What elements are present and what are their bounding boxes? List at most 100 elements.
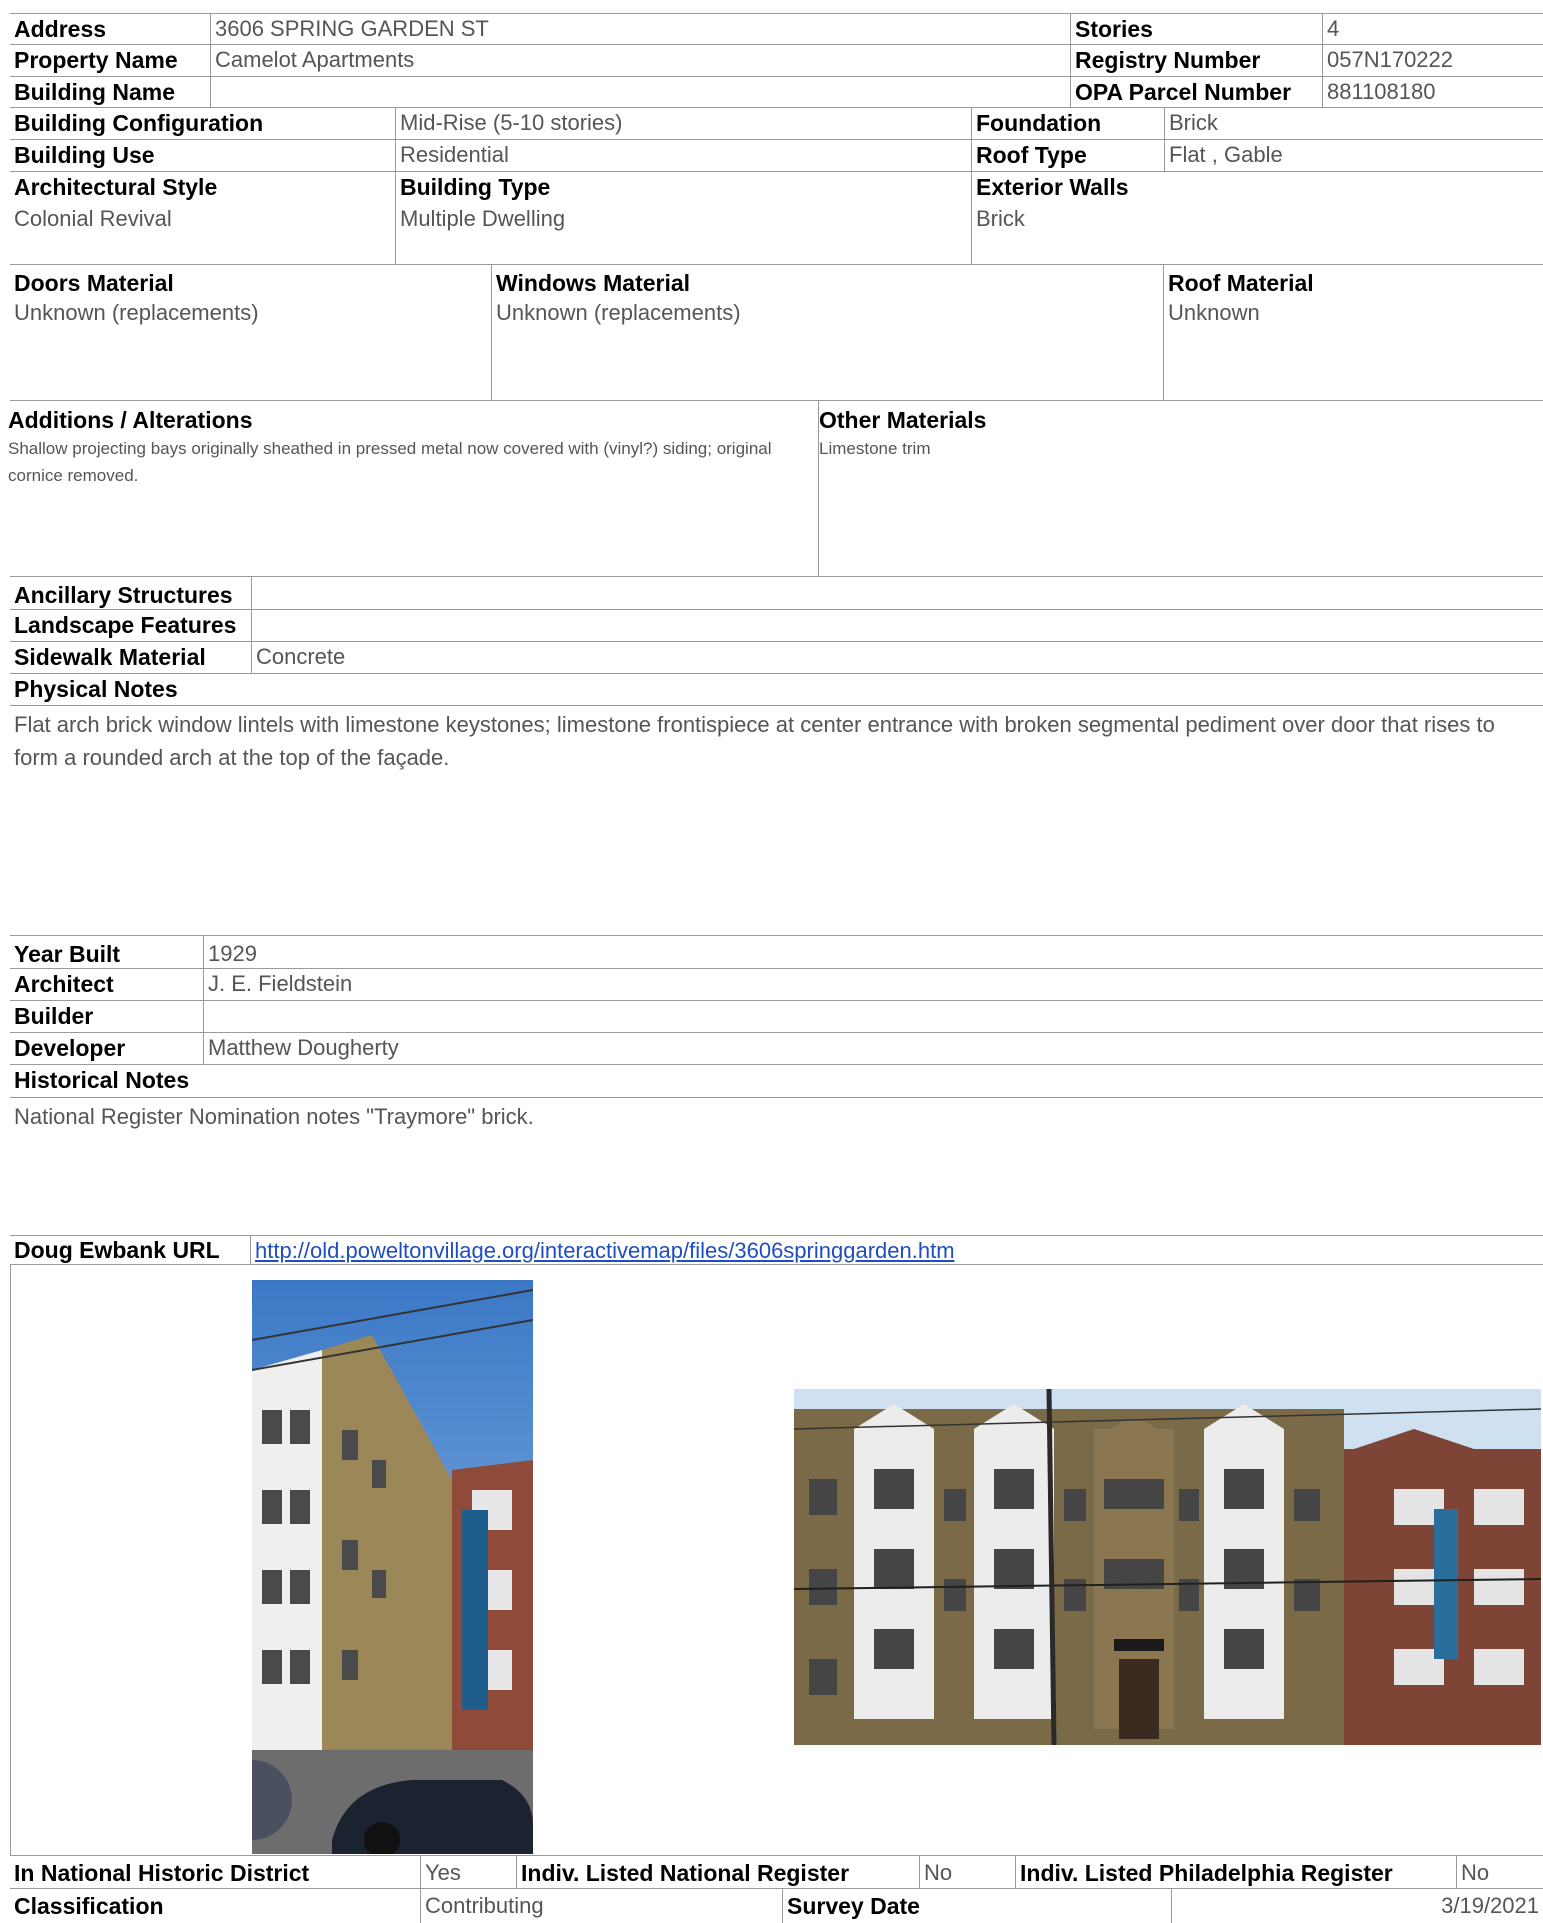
windows-cell: Windows Material Unknown (replacements) (491, 265, 1163, 400)
front-building-image (794, 1389, 1541, 1745)
foundation-value: Brick (1164, 108, 1543, 139)
landscape-row: Landscape Features (10, 610, 1543, 642)
survey-form: Address 3606 SPRING GARDEN ST Stories 4 … (8, 0, 1543, 1923)
building-type-value: Multiple Dwelling (400, 206, 566, 231)
district-row: In National Historic District Yes Indiv.… (10, 1855, 1543, 1889)
additions-label: Additions / Alterations (8, 407, 253, 433)
ewbank-url-link[interactable]: http://old.poweltonvillage.org/interacti… (255, 1238, 955, 1263)
builder-label: Builder (14, 1003, 94, 1029)
nat-reg-label: Indiv. Listed National Register (516, 1856, 919, 1888)
registry-label: Registry Number (1070, 45, 1322, 76)
builder-row: Builder (10, 1001, 1543, 1033)
exterior-walls-cell: Exterior Walls Brick (971, 172, 1543, 264)
architect-row: Architect J. E. Fieldstein (10, 969, 1543, 1001)
additions-cell: Additions / Alterations Shallow projecti… (8, 401, 818, 576)
side-photo (252, 1280, 533, 1854)
use-row: Building Use Residential Roof Type Flat … (10, 140, 1543, 172)
physical-notes-label: Physical Notes (14, 676, 178, 702)
doors-value: Unknown (replacements) (14, 300, 259, 325)
developer-value: Matthew Dougherty (203, 1033, 1543, 1064)
district-value: Yes (420, 1856, 516, 1888)
historical-notes-value: National Register Nomination notes "Tray… (10, 1097, 1543, 1133)
other-materials-cell: Other Materials Limestone trim (818, 401, 1543, 576)
style-row: Architectural Style Colonial Revival Bui… (10, 172, 1543, 265)
survey-date-label: Survey Date (782, 1889, 1171, 1923)
windows-label: Windows Material (496, 270, 691, 296)
exterior-walls-label: Exterior Walls (976, 174, 1129, 200)
registry-value: 057N170222 (1322, 45, 1543, 76)
url-cell: http://old.poweltonvillage.org/interacti… (250, 1236, 1543, 1264)
opa-label: OPA Parcel Number (1070, 77, 1322, 107)
arch-style-label: Architectural Style (14, 174, 218, 200)
roof-material-cell: Roof Material Unknown (1163, 265, 1543, 400)
building-name-row: Building Name OPA Parcel Number 88110818… (10, 77, 1543, 108)
district-label: In National Historic District (14, 1860, 310, 1886)
developer-row: Developer Matthew Dougherty (10, 1033, 1543, 1065)
year-label: Year Built (14, 941, 121, 967)
architect-label: Architect (14, 971, 114, 997)
classification-value: Contributing (420, 1889, 782, 1923)
year-row: Year Built 1929 (10, 936, 1543, 969)
foundation-label: Foundation (971, 108, 1164, 139)
landscape-label: Landscape Features (14, 612, 237, 638)
side-building-image (252, 1280, 533, 1854)
use-label: Building Use (14, 142, 155, 168)
url-label: Doug Ewbank URL (14, 1237, 220, 1263)
sidewalk-label: Sidewalk Material (14, 644, 206, 670)
photo-area-left-border (10, 1265, 11, 1855)
physical-notes-row: Physical Notes Flat arch brick window li… (10, 674, 1543, 936)
ancillary-label: Ancillary Structures (14, 582, 233, 608)
survey-date-value: 3/19/2021 (1171, 1889, 1543, 1923)
building-type-cell: Building Type Multiple Dwelling (395, 172, 971, 264)
phila-reg-label: Indiv. Listed Philadelphia Register (1015, 1856, 1456, 1888)
opa-value: 881108180 (1322, 77, 1543, 107)
architect-value: J. E. Fieldstein (203, 969, 1543, 1000)
roof-type-value: Flat , Gable (1164, 140, 1543, 171)
config-value: Mid-Rise (5-10 stories) (395, 108, 971, 139)
additions-value: Shallow projecting bays originally sheat… (8, 439, 772, 485)
windows-value: Unknown (replacements) (496, 300, 741, 325)
year-value: 1929 (203, 936, 1543, 968)
alterations-row: Additions / Alterations Shallow projecti… (8, 401, 1543, 577)
sidewalk-row: Sidewalk Material Concrete (10, 642, 1543, 674)
arch-style-value: Colonial Revival (14, 206, 172, 231)
landscape-value (251, 610, 1543, 641)
use-value: Residential (395, 140, 971, 171)
historical-notes-label: Historical Notes (14, 1067, 190, 1093)
address-value: 3606 SPRING GARDEN ST (210, 14, 1079, 44)
materials-row: Doors Material Unknown (replacements) Wi… (10, 265, 1543, 401)
property-name-label: Property Name (14, 47, 178, 73)
doors-label: Doors Material (14, 270, 174, 296)
historical-notes-row: Historical Notes National Register Nomin… (10, 1065, 1543, 1236)
building-type-label: Building Type (400, 174, 551, 200)
developer-label: Developer (14, 1035, 126, 1061)
roof-type-label: Roof Type (971, 140, 1164, 171)
doors-cell: Doors Material Unknown (replacements) (10, 265, 491, 400)
sidewalk-value: Concrete (251, 642, 1543, 673)
nat-reg-value: No (919, 1856, 1015, 1888)
builder-value (203, 1001, 1543, 1032)
stories-label: Stories (1070, 14, 1322, 44)
address-row: Address 3606 SPRING GARDEN ST Stories 4 (10, 13, 1543, 45)
url-row: Doug Ewbank URL http://old.poweltonvilla… (10, 1236, 1543, 1265)
property-name-value: Camelot Apartments (210, 45, 1070, 76)
other-materials-label: Other Materials (819, 407, 987, 433)
address-label: Address (14, 16, 107, 42)
other-materials-value: Limestone trim (819, 439, 931, 458)
roof-material-label: Roof Material (1168, 270, 1314, 296)
ancillary-row: Ancillary Structures (10, 577, 1543, 610)
roof-material-value: Unknown (1168, 300, 1260, 325)
front-photo (794, 1389, 1541, 1745)
phila-reg-value: No (1456, 1856, 1543, 1888)
config-row: Building Configuration Mid-Rise (5-10 st… (10, 108, 1543, 140)
stories-value: 4 (1322, 14, 1543, 44)
classification-row: Classification Contributing Survey Date … (10, 1889, 1543, 1923)
exterior-walls-value: Brick (976, 206, 1025, 231)
classification-label: Classification (14, 1893, 164, 1919)
property-name-row: Property Name Camelot Apartments Registr… (10, 45, 1543, 77)
ancillary-value (251, 577, 1543, 609)
physical-notes-value: Flat arch brick window lintels with lime… (10, 705, 1543, 774)
building-name-value (210, 77, 1070, 107)
building-name-label: Building Name (14, 79, 176, 105)
config-label: Building Configuration (14, 110, 264, 136)
